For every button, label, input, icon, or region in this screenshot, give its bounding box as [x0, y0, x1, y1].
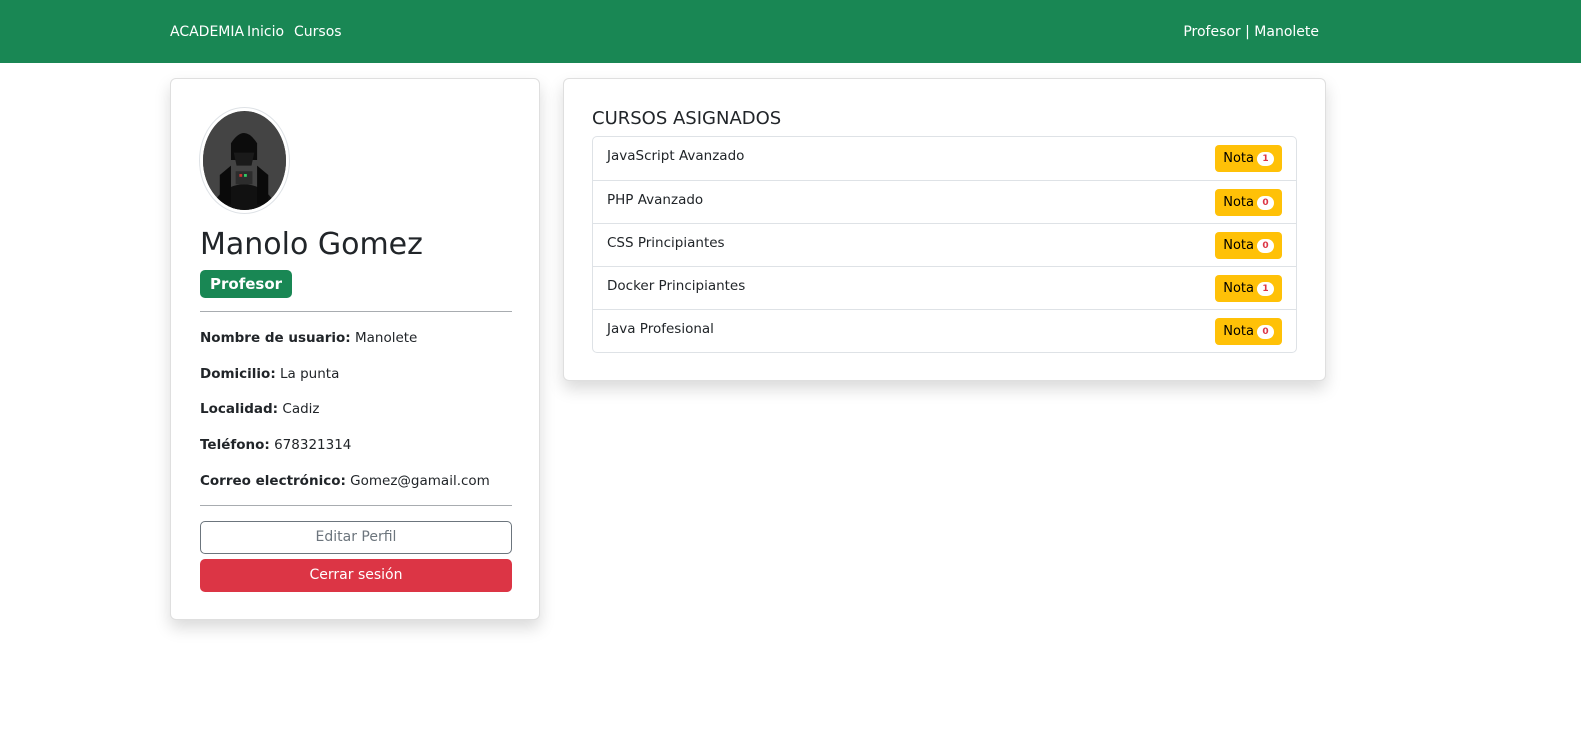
nota-button[interactable]: Nota 0 — [1215, 232, 1282, 259]
nota-count-badge: 1 — [1257, 281, 1274, 296]
info-email: Correo electrónico: Gomez@gamail.com — [200, 472, 490, 490]
course-name: CSS Principiantes — [607, 235, 725, 251]
info-value: Manolete — [354, 330, 418, 346]
nota-label: Nota — [1223, 281, 1254, 296]
course-name: JavaScript Avanzado — [607, 148, 745, 164]
nota-button[interactable]: Nota 1 — [1215, 145, 1282, 172]
list-item: Java Profesional Nota 0 — [593, 309, 1296, 352]
list-item: JavaScript Avanzado Nota 1 — [593, 137, 1296, 180]
brand-link[interactable]: ACADEMIA — [170, 23, 244, 41]
role-badge: Profesor — [200, 270, 293, 298]
nav-link-inicio[interactable]: Inicio — [247, 23, 284, 41]
nota-count-badge: 0 — [1257, 324, 1274, 339]
course-name: Java Profesional — [607, 321, 714, 337]
course-list: JavaScript Avanzado Nota 1 PHP Avanzado … — [592, 136, 1297, 353]
info-label: Domicilio: — [200, 366, 276, 382]
info-value: Gomez@gamail.com — [350, 473, 490, 489]
info-phone: Teléfono: 678321314 — [200, 436, 351, 454]
list-item: PHP Avanzado Nota 0 — [593, 180, 1296, 223]
info-value: 678321314 — [274, 437, 352, 453]
nota-label: Nota — [1223, 324, 1254, 339]
profile-name: Manolo Gomez — [200, 227, 423, 262]
info-label: Nombre de usuario: — [200, 330, 351, 346]
nota-label: Nota — [1223, 195, 1254, 210]
logout-button[interactable]: Cerrar sesión — [200, 559, 512, 592]
info-value: La punta — [280, 366, 340, 382]
nota-count-badge: 1 — [1257, 151, 1274, 166]
top-navbar: ACADEMIA Inicio Cursos Profesor | Manole… — [0, 0, 1581, 63]
list-item: CSS Principiantes Nota 0 — [593, 223, 1296, 266]
divider — [200, 505, 512, 506]
profile-card: Manolo Gomez Profesor Nombre de usuario:… — [170, 78, 540, 620]
nota-label: Nota — [1223, 238, 1254, 253]
list-item: Docker Principiantes Nota 1 — [593, 266, 1296, 309]
nota-button[interactable]: Nota 1 — [1215, 275, 1282, 302]
courses-title: CURSOS ASIGNADOS — [592, 108, 782, 129]
nota-button[interactable]: Nota 0 — [1215, 318, 1282, 345]
nota-label: Nota — [1223, 151, 1254, 166]
info-locality: Localidad: Cadiz — [200, 400, 320, 418]
divider — [200, 311, 512, 312]
course-name: PHP Avanzado — [607, 192, 704, 208]
course-name: Docker Principiantes — [607, 278, 746, 294]
info-label: Correo electrónico: — [200, 473, 346, 489]
edit-profile-button[interactable]: Editar Perfil — [200, 521, 512, 554]
info-username: Nombre de usuario: Manolete — [200, 329, 417, 347]
nav-user-link[interactable]: Profesor | Manolete — [1183, 23, 1319, 41]
info-address: Domicilio: La punta — [200, 365, 339, 383]
nota-count-badge: 0 — [1257, 238, 1274, 253]
nota-button[interactable]: Nota 0 — [1215, 189, 1282, 216]
avatar — [200, 108, 289, 213]
info-label: Teléfono: — [200, 437, 270, 453]
avatar-image — [203, 111, 286, 210]
nota-count-badge: 0 — [1257, 195, 1274, 210]
nav-link-cursos[interactable]: Cursos — [294, 23, 342, 41]
info-label: Localidad: — [200, 401, 279, 417]
courses-card: CURSOS ASIGNADOS JavaScript Avanzado Not… — [563, 78, 1326, 381]
info-value: Cadiz — [282, 401, 320, 417]
